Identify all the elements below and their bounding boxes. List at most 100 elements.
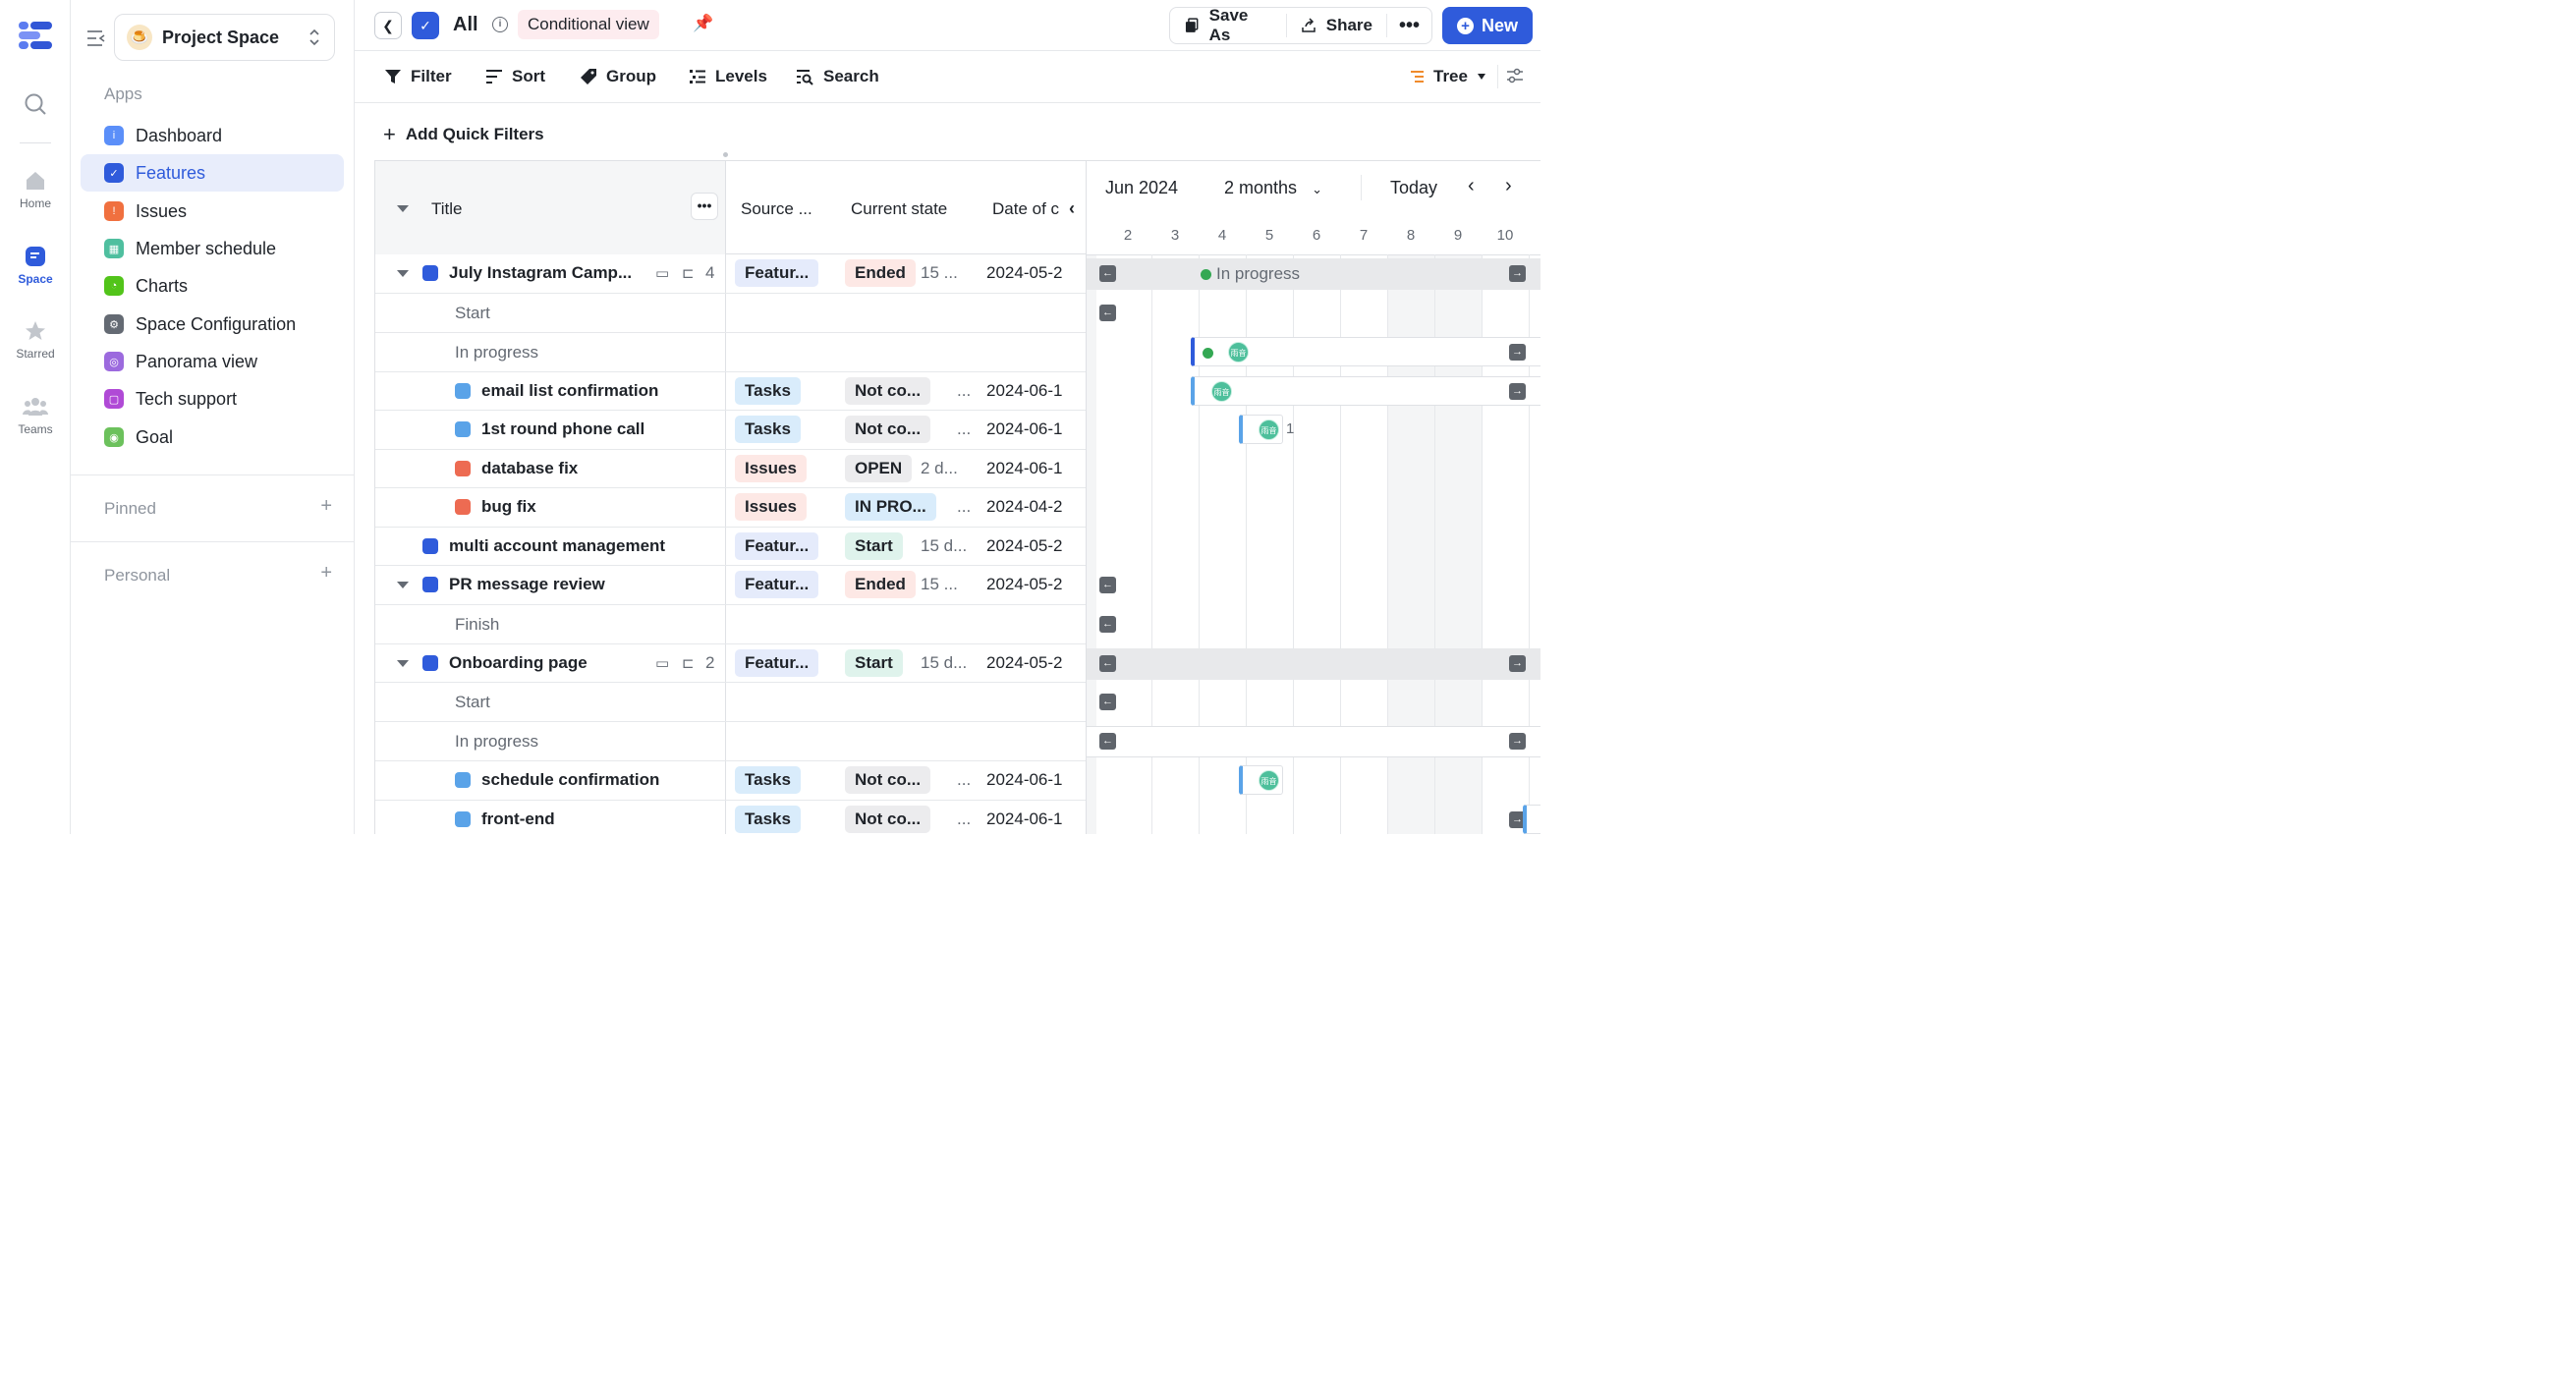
source-pill[interactable]: Tasks (735, 805, 801, 833)
comment-icon[interactable]: ▭ (655, 264, 669, 282)
info-icon[interactable]: i (492, 17, 508, 32)
search-button[interactable]: Search (796, 67, 879, 86)
share-button[interactable]: Share (1287, 8, 1386, 43)
state-pill[interactable]: IN PRO... (845, 493, 936, 521)
gantt-prev-icon[interactable]: ‹ (1468, 175, 1475, 197)
expand-caret-icon[interactable] (397, 659, 409, 667)
add-quick-filters-button[interactable]: + Add Quick Filters (383, 122, 544, 147)
expand-caret-icon[interactable] (397, 582, 409, 588)
scroll-to-start-icon[interactable]: ← (1099, 577, 1116, 593)
record-title[interactable]: schedule confirmation (481, 770, 659, 790)
levels-button[interactable]: Levels (689, 67, 767, 86)
record-title[interactable]: 1st round phone call (481, 419, 644, 439)
record-title[interactable]: July Instagram Camp... (449, 263, 632, 283)
scroll-to-start-icon[interactable]: ← (1099, 733, 1116, 750)
sidebar-item-space-configuration[interactable]: ⚙ Space Configuration (81, 306, 344, 343)
date-cell[interactable]: 2024-05-2 (986, 536, 1065, 556)
group-row[interactable]: In progress (375, 332, 1086, 372)
sidebar-item-panorama-view[interactable]: ◎ Panorama view (81, 343, 344, 380)
rail-starred[interactable]: Starred (0, 319, 71, 361)
source-pill[interactable]: Featur... (735, 571, 819, 598)
state-pill[interactable]: Not co... (845, 766, 931, 794)
date-cell[interactable]: 2024-06-1 (986, 459, 1065, 478)
add-pinned-icon[interactable]: + (320, 495, 332, 518)
scroll-to-start-icon[interactable]: ← (1099, 694, 1116, 710)
rail-home[interactable]: Home (0, 169, 71, 210)
collapse-all-icon[interactable] (397, 205, 409, 212)
save-as-button[interactable]: Save As (1170, 6, 1286, 44)
source-pill[interactable]: Featur... (735, 531, 819, 560)
state-pill[interactable]: Start (845, 531, 903, 560)
sidebar-item-goal[interactable]: ◉ Goal (81, 418, 344, 456)
app-logo[interactable] (0, 20, 71, 55)
table-row[interactable]: multi account management Featur... Start 15… (375, 527, 1086, 566)
source-pill[interactable]: Issues (735, 454, 807, 482)
state-pill[interactable]: Not co... (845, 376, 931, 405)
view-title[interactable]: All (453, 14, 478, 36)
scroll-to-start-icon[interactable]: ← (1099, 654, 1116, 672)
sidebar-item-tech-support[interactable]: ▢ Tech support (81, 380, 344, 418)
gantt-bar[interactable] (1191, 375, 1540, 406)
table-row[interactable]: PR message review Featur... Ended 15 ... 202… (375, 566, 1086, 605)
column-more-button[interactable]: ••• (691, 193, 718, 220)
source-pill[interactable]: Featur... (735, 259, 819, 287)
table-row[interactable]: schedule confirmation Tasks Not co...... 20… (375, 761, 1086, 801)
space-selector[interactable]: 🍮 Project Space (114, 14, 335, 61)
subtask-icon[interactable]: ⊏ (682, 654, 695, 672)
date-cell[interactable]: 2024-04-2 (986, 497, 1065, 517)
column-header-source[interactable]: Source ... (741, 199, 812, 219)
date-cell[interactable]: 2024-06-1 (986, 381, 1065, 401)
scroll-left-icon[interactable]: ‹ (1069, 198, 1075, 219)
record-title[interactable]: bug fix (481, 497, 536, 517)
table-row[interactable]: 1st round phone call Tasks Not co...... 202… (375, 411, 1086, 450)
source-pill[interactable]: Issues (735, 493, 807, 521)
today-button[interactable]: Today (1390, 178, 1437, 198)
state-pill[interactable]: Ended (845, 259, 916, 287)
table-row[interactable]: front-end Tasks Not co...... 2024-06-1 (375, 800, 1086, 834)
scroll-to-end-icon[interactable]: → (1509, 733, 1526, 750)
sidebar-item-features[interactable]: ✓ Features (81, 154, 344, 192)
table-row[interactable]: July Instagram Camp... ▭ ⊏ 4 Featur... Ended 1… (375, 254, 1086, 294)
filter-button[interactable]: Filter (384, 67, 452, 86)
gantt-range-selector[interactable]: 2 months ⌄ (1224, 178, 1322, 198)
state-pill[interactable]: Ended (845, 571, 916, 598)
scroll-to-start-icon[interactable]: ← (1099, 265, 1116, 282)
record-title[interactable]: Onboarding page (449, 653, 588, 673)
scroll-to-end-icon[interactable]: → (1509, 654, 1526, 672)
date-cell[interactable]: 2024-05-2 (986, 575, 1065, 594)
scroll-to-end-icon[interactable]: → (1509, 343, 1526, 361)
scroll-to-end-icon[interactable]: → (1509, 265, 1526, 282)
gantt-next-icon[interactable]: › (1505, 175, 1512, 197)
group-row[interactable]: Start (375, 683, 1086, 722)
column-header-state[interactable]: Current state (851, 199, 947, 219)
scroll-to-end-icon[interactable]: → (1509, 382, 1526, 400)
date-cell[interactable]: 2024-05-2 (986, 263, 1065, 283)
record-title[interactable]: database fix (481, 459, 578, 478)
sort-button[interactable]: Sort (485, 67, 545, 86)
source-pill[interactable]: Tasks (735, 416, 801, 443)
scroll-to-start-icon[interactable]: ← (1099, 304, 1116, 321)
new-button[interactable]: + New (1442, 7, 1533, 44)
table-row[interactable]: database fix Issues OPEN 2 d... 2024-06-1 (375, 449, 1086, 488)
sidebar-item-charts[interactable]: ◔ Charts (81, 267, 344, 305)
conditional-view-tab[interactable]: Conditional view (518, 10, 659, 39)
personal-section-title[interactable]: Personal (104, 566, 170, 586)
date-cell[interactable]: 2024-06-1 (986, 770, 1065, 790)
source-pill[interactable]: Tasks (735, 376, 801, 405)
rail-search[interactable] (0, 92, 71, 120)
rail-teams[interactable]: Teams (0, 395, 71, 436)
record-title[interactable]: email list confirmation (481, 381, 658, 401)
sidebar-item-dashboard[interactable]: i Dashboard (81, 117, 344, 154)
source-pill[interactable]: Featur... (735, 648, 819, 677)
add-personal-icon[interactable]: + (320, 562, 332, 585)
record-title[interactable]: front-end (481, 809, 555, 829)
sidebar-item-member-schedule[interactable]: ▦ Member schedule (81, 230, 344, 267)
table-row[interactable]: email list confirmation Tasks Not co......… (375, 371, 1086, 411)
group-row[interactable]: In progress (375, 722, 1086, 761)
date-cell[interactable]: 2024-05-2 (986, 653, 1065, 673)
state-pill[interactable]: Not co... (845, 805, 931, 833)
gantt-bar[interactable] (1523, 804, 1540, 834)
scroll-to-start-icon[interactable]: ← (1099, 615, 1116, 633)
more-actions-button[interactable]: ••• (1387, 8, 1431, 43)
back-button[interactable]: ❮ (374, 12, 402, 39)
